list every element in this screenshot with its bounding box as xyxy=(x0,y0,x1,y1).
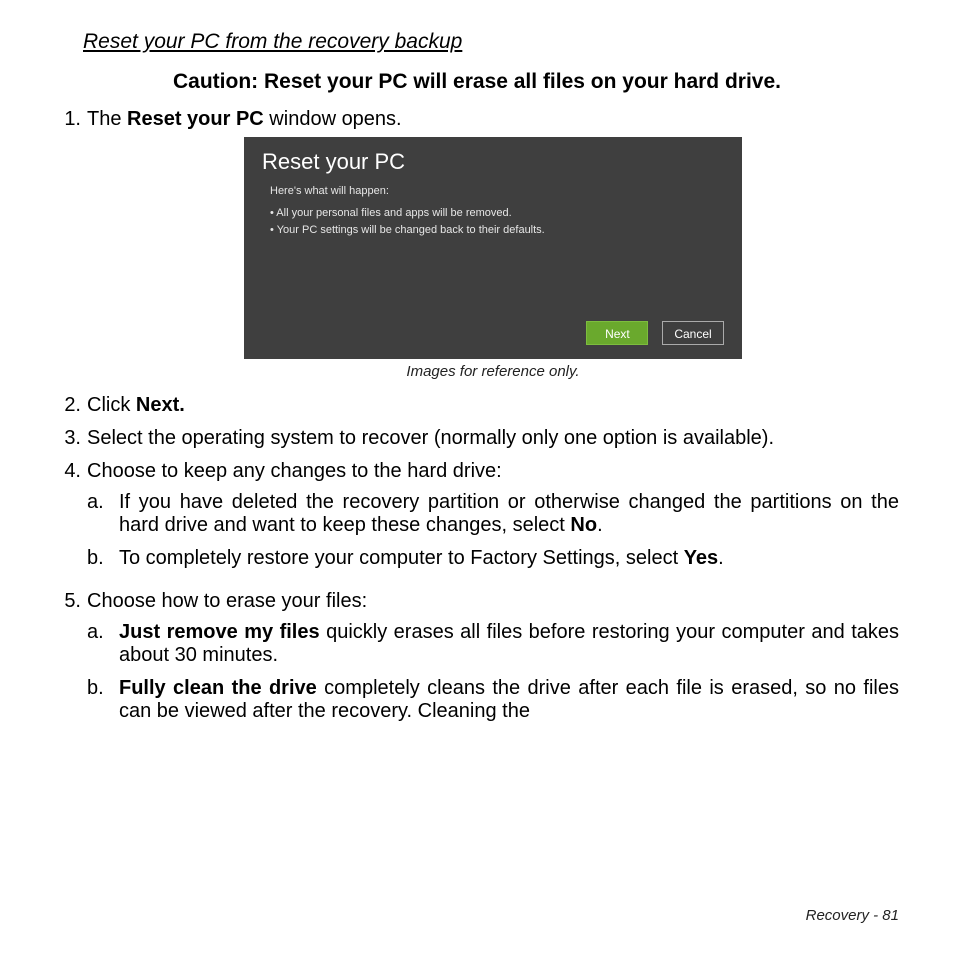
dialog-title: Reset your PC xyxy=(262,149,724,175)
page-footer: Recovery - 81 xyxy=(806,907,899,924)
text: Choose how to erase your files: xyxy=(87,590,367,612)
step-number: 1. xyxy=(55,108,87,384)
step-4: 4. Choose to keep any changes to the har… xyxy=(55,460,899,580)
text: Click xyxy=(87,394,136,416)
text-bold: Just remove my files xyxy=(119,621,320,643)
sub-item: a. Just remove my files quickly erases a… xyxy=(87,621,899,667)
dialog-bullet: • All your personal files and apps will … xyxy=(270,205,724,222)
step-number: 5. xyxy=(55,590,87,733)
step-2: 2. Click Next. xyxy=(55,394,899,417)
text: Choose to keep any changes to the hard d… xyxy=(87,460,502,482)
sub-list: a. If you have deleted the recovery part… xyxy=(87,491,899,570)
step-number: 3. xyxy=(55,427,87,450)
step-1: 1. The Reset your PC window opens. Reset… xyxy=(55,108,899,384)
step-content: The Reset your PC window opens. Reset yo… xyxy=(87,108,899,384)
step-content: Choose how to erase your files: a. Just … xyxy=(87,590,899,733)
sub-letter: b. xyxy=(87,677,119,723)
cancel-button[interactable]: Cancel xyxy=(662,321,724,345)
step-number: 4. xyxy=(55,460,87,580)
screenshot-wrapper: Reset your PC Here's what will happen: •… xyxy=(87,137,899,380)
text: window opens. xyxy=(264,108,402,130)
dialog-buttons: Next Cancel xyxy=(578,321,724,345)
step-content: Select the operating system to recover (… xyxy=(87,427,899,450)
sub-letter: a. xyxy=(87,491,119,537)
sub-content: Fully clean the drive completely cleans … xyxy=(119,677,899,723)
sub-item: b. To completely restore your computer t… xyxy=(87,547,899,570)
step-3: 3. Select the operating system to recove… xyxy=(55,427,899,450)
text: . xyxy=(718,547,724,569)
sub-letter: a. xyxy=(87,621,119,667)
reset-pc-dialog: Reset your PC Here's what will happen: •… xyxy=(244,137,742,359)
text-bold: No xyxy=(570,514,597,536)
sub-letter: b. xyxy=(87,547,119,570)
text: To completely restore your computer to F… xyxy=(119,547,684,569)
step-5: 5. Choose how to erase your files: a. Ju… xyxy=(55,590,899,733)
text-bold: Yes xyxy=(684,547,718,569)
sub-content: To completely restore your computer to F… xyxy=(119,547,899,570)
document-page: Reset your PC from the recovery backup C… xyxy=(0,0,954,954)
text-bold: Next. xyxy=(136,394,185,416)
sub-item: a. If you have deleted the recovery part… xyxy=(87,491,899,537)
next-button[interactable]: Next xyxy=(586,321,648,345)
image-caption: Images for reference only. xyxy=(87,363,899,380)
step-number: 2. xyxy=(55,394,87,417)
dialog-subtitle: Here's what will happen: xyxy=(270,185,724,197)
sub-list: a. Just remove my files quickly erases a… xyxy=(87,621,899,723)
text: . xyxy=(597,514,603,536)
sub-item: b. Fully clean the drive completely clea… xyxy=(87,677,899,723)
text-bold: Reset your PC xyxy=(127,108,264,130)
sub-content: If you have deleted the recovery partiti… xyxy=(119,491,899,537)
text: If you have deleted the recovery partiti… xyxy=(119,491,899,536)
caution-line: Caution: Reset your PC will erase all fi… xyxy=(55,70,899,94)
text-bold: Fully clean the drive xyxy=(119,677,317,699)
dialog-bullet: • Your PC settings will be changed back … xyxy=(270,222,724,239)
step-content: Click Next. xyxy=(87,394,899,417)
section-heading: Reset your PC from the recovery backup xyxy=(55,30,899,54)
text: The xyxy=(87,108,127,130)
step-content: Choose to keep any changes to the hard d… xyxy=(87,460,899,580)
step-list: 1. The Reset your PC window opens. Reset… xyxy=(55,108,899,733)
sub-content: Just remove my files quickly erases all … xyxy=(119,621,899,667)
